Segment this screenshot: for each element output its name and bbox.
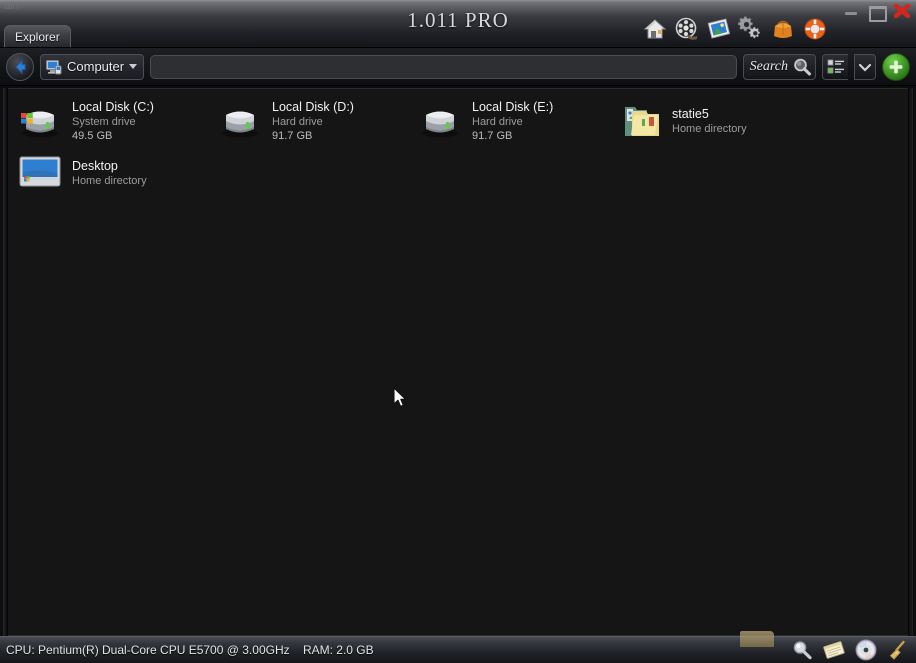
hard-drive-system-icon	[16, 99, 64, 143]
content-area: Local Disk (C:) System drive 49.5 GB Loc…	[0, 86, 916, 636]
search-button[interactable]: Search	[742, 53, 816, 80]
computer-icon	[45, 59, 62, 75]
system-info-text: CPU: Pentium(R) Dual-Core CPU E5700 @ 3.…	[6, 643, 374, 657]
notepad-icon[interactable]	[822, 638, 846, 662]
right-scroll-rail[interactable]	[908, 88, 913, 636]
list-item-size: 91.7 GB	[472, 129, 513, 142]
status-bar: CPU: Pentium(R) Dual-Core CPU E5700 @ 3.…	[0, 631, 916, 663]
search-label: Search	[749, 58, 788, 74]
magnifier-icon[interactable]	[790, 638, 814, 662]
close-button[interactable]	[892, 2, 912, 20]
list-item-name: Local Disk (D:)	[272, 99, 354, 114]
tab-explorer-label: Explorer	[15, 29, 60, 44]
mouse-cursor	[393, 387, 407, 413]
tab-explorer[interactable]: Explorer	[4, 25, 71, 47]
explorer-window: ain 1.011 PRO Explorer Computer Search L…	[0, 0, 916, 663]
list-item-size: 49.5 GB	[72, 129, 113, 142]
list-item-name: Local Disk (E:)	[472, 99, 554, 114]
tray-icon-bar	[790, 637, 910, 663]
broom-cleanup-icon[interactable]	[886, 638, 910, 662]
list-item-subtitle: Hard drive	[272, 115, 323, 128]
list-item[interactable]: Local Disk (E:) Hard drive 91.7 GB	[412, 95, 612, 147]
back-button[interactable]	[6, 52, 34, 81]
list-item-subtitle: Hard drive	[472, 115, 523, 128]
list-item[interactable]: Desktop Home directory	[12, 147, 212, 199]
list-item-text: Local Disk (D:) Hard drive 91.7 GB	[272, 100, 354, 143]
view-mode-dropdown[interactable]	[854, 53, 876, 80]
breadcrumb[interactable]: Computer	[40, 53, 145, 80]
cd-disc-icon[interactable]	[854, 638, 878, 662]
list-item-text: statie5 Home directory	[672, 107, 747, 136]
list-item-subtitle: Home directory	[672, 122, 747, 135]
list-item-text: Local Disk (C:) System drive 49.5 GB	[72, 100, 154, 143]
hard-drive-icon	[416, 99, 464, 143]
list-item-subtitle: System drive	[72, 115, 136, 128]
magnifier-icon	[791, 56, 813, 78]
list-item-name: statie5	[672, 106, 709, 121]
list-item[interactable]: Local Disk (D:) Hard drive 91.7 GB	[212, 95, 412, 147]
tray-folder-icon[interactable]	[740, 631, 774, 647]
navigation-bar: Computer Search	[0, 48, 916, 86]
list-item-name: Local Disk (C:)	[72, 99, 154, 114]
file-list-pane[interactable]: Local Disk (C:) System drive 49.5 GB Loc…	[8, 88, 908, 636]
hard-drive-icon	[216, 99, 264, 143]
file-grid: Local Disk (C:) System drive 49.5 GB Loc…	[8, 89, 908, 199]
tab-strip: Explorer	[0, 25, 916, 47]
list-item[interactable]: statie5 Home directory	[612, 95, 812, 147]
home-folder-icon	[616, 99, 664, 143]
list-item-size: 91.7 GB	[272, 129, 313, 142]
list-item-subtitle: Home directory	[72, 174, 147, 187]
window-controls	[842, 2, 912, 22]
list-item-text: Desktop Home directory	[72, 159, 147, 188]
list-item[interactable]: Local Disk (C:) System drive 49.5 GB	[12, 95, 212, 147]
address-input[interactable]	[150, 54, 737, 79]
view-mode-button[interactable]	[822, 53, 848, 80]
list-item-name: Desktop	[72, 158, 118, 173]
chevron-down-icon[interactable]	[129, 64, 138, 69]
desktop-monitor-icon	[16, 151, 64, 195]
breadcrumb-label: Computer	[67, 59, 125, 74]
title-bar: ain 1.011 PRO Explorer	[0, 0, 916, 48]
maximize-button[interactable]	[867, 3, 887, 22]
add-button[interactable]	[882, 52, 910, 81]
list-item-text: Local Disk (E:) Hard drive 91.7 GB	[472, 100, 553, 143]
minimize-button[interactable]	[842, 3, 860, 19]
